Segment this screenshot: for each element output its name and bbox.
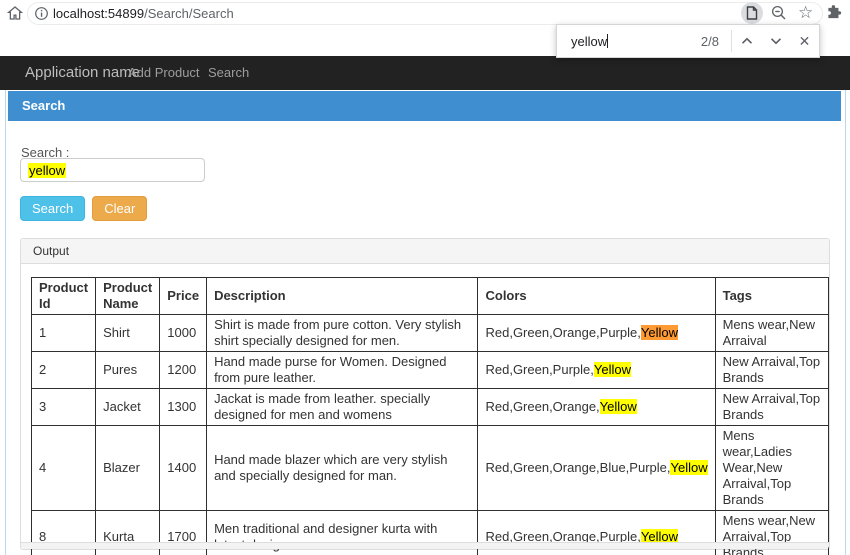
cell-tags: Mens wear,Ladies Wear,New Arraival,Top B… [714, 425, 830, 511]
clear-button[interactable]: Clear [92, 196, 148, 221]
extensions-icon[interactable] [825, 4, 842, 26]
search-button[interactable]: Search [20, 196, 86, 221]
cell-price: 1400 [159, 425, 208, 511]
cell-colors: Red,Green,Purple,Yellow [477, 351, 716, 389]
cell-id: 3 [30, 388, 97, 426]
table-row: 1 Shirt 1000 Shirt is made from pure cot… [30, 314, 830, 352]
url-text[interactable]: localhost:54899/Search/Search [53, 6, 234, 21]
url-host: localhost:54899 [53, 6, 145, 21]
colors-text: Red,Green,Orange,Purple, [485, 325, 641, 340]
find-input[interactable]: yellow [571, 33, 609, 49]
colors-text: Red,Green,Orange,Blue,Purple, [485, 460, 671, 475]
cell-description: Shirt is made from pure cotton. Very sty… [206, 314, 479, 352]
find-match-highlight: Yellow [593, 362, 631, 377]
search-input[interactable]: yellow [20, 158, 205, 182]
table-row: 4 Blazer 1400 Hand made blazer which are… [30, 425, 830, 511]
col-product-id: Product Id [30, 277, 97, 315]
app-navbar: Application name Add Product Search [0, 56, 850, 90]
col-tags: Tags [714, 277, 830, 315]
colors-text: Red,Green,Purple, [485, 362, 594, 377]
cell-description: Hand made purse for Women. Designed from… [206, 351, 479, 389]
cell-colors: Red,Green,Orange,Blue,Purple,Yellow [477, 425, 716, 511]
page-info-icon[interactable] [34, 6, 49, 26]
page-frame-left [5, 90, 6, 555]
form-buttons: Search Clear [20, 196, 148, 221]
cell-tags: New Arraival,Top Brands [714, 388, 830, 426]
cell-description: Hand made blazer which are very stylish … [206, 425, 479, 511]
browser-toolbar: localhost:54899/Search/Search ☆ [0, 0, 850, 27]
col-price: Price [159, 277, 208, 315]
cell-id: 4 [30, 425, 97, 511]
find-next-button[interactable] [761, 37, 790, 45]
cell-tags: New Arraival,Top Brands [714, 351, 830, 389]
colors-text: Red,Green,Orange, [485, 399, 600, 414]
col-product-name: Product Name [95, 277, 161, 315]
find-match-highlight: Yellow [640, 325, 678, 340]
page-title: Search [8, 91, 841, 121]
app-brand[interactable]: Application name [25, 56, 140, 90]
col-colors: Colors [477, 277, 716, 315]
cell-price: 1200 [159, 351, 208, 389]
products-table: Product Id Product Name Price Descriptio… [30, 277, 830, 555]
cell-name: Shirt [95, 314, 161, 352]
cell-colors: Red,Green,Orange,Purple,Yellow [477, 314, 716, 352]
text-caret [607, 33, 609, 48]
cell-name: Pures [95, 351, 161, 389]
find-query-text: yellow [571, 33, 608, 49]
output-panel-footer [21, 542, 829, 549]
find-match-count: 2/8 [700, 33, 719, 49]
table-header-row: Product Id Product Name Price Descriptio… [30, 277, 830, 315]
cell-price: 1000 [159, 314, 208, 352]
cell-name: Jacket [95, 388, 161, 426]
table-row: 3 Jacket 1300 Jackat is made from leathe… [30, 388, 830, 426]
find-previous-button[interactable] [732, 37, 761, 45]
find-bar: yellow 2/8 ✕ [556, 24, 820, 58]
url-path: /Search/Search [144, 6, 234, 21]
cell-id: 1 [30, 314, 97, 352]
find-match-highlight: Yellow [599, 399, 637, 414]
cell-description: Jackat is made from leather. specially d… [206, 388, 479, 426]
nav-item-add-product[interactable]: Add Product [128, 56, 200, 90]
search-input-value: yellow [28, 162, 67, 178]
home-icon[interactable] [6, 4, 24, 27]
page-frame-right [845, 90, 846, 555]
output-panel-title: Output [21, 239, 829, 264]
find-match-highlight: Yellow [670, 460, 708, 475]
reader-mode-icon[interactable] [741, 2, 763, 24]
cell-name: Blazer [95, 425, 161, 511]
find-close-button[interactable]: ✕ [790, 33, 819, 50]
table-row: 2 Pures 1200 Hand made purse for Women. … [30, 351, 830, 389]
nav-item-search[interactable]: Search [208, 56, 249, 90]
browser-window: localhost:54899/Search/Search ☆ ime Mach… [0, 0, 850, 555]
cell-tags: Mens wear,New Arraival [714, 314, 830, 352]
cell-price: 1300 [159, 388, 208, 426]
cell-colors: Red,Green,Orange,Yellow [477, 388, 716, 426]
cell-id: 2 [30, 351, 97, 389]
col-description: Description [206, 277, 479, 315]
output-panel: Output Product Id Product Name Price Des… [20, 238, 830, 555]
bookmark-star-icon[interactable]: ☆ [798, 2, 813, 24]
